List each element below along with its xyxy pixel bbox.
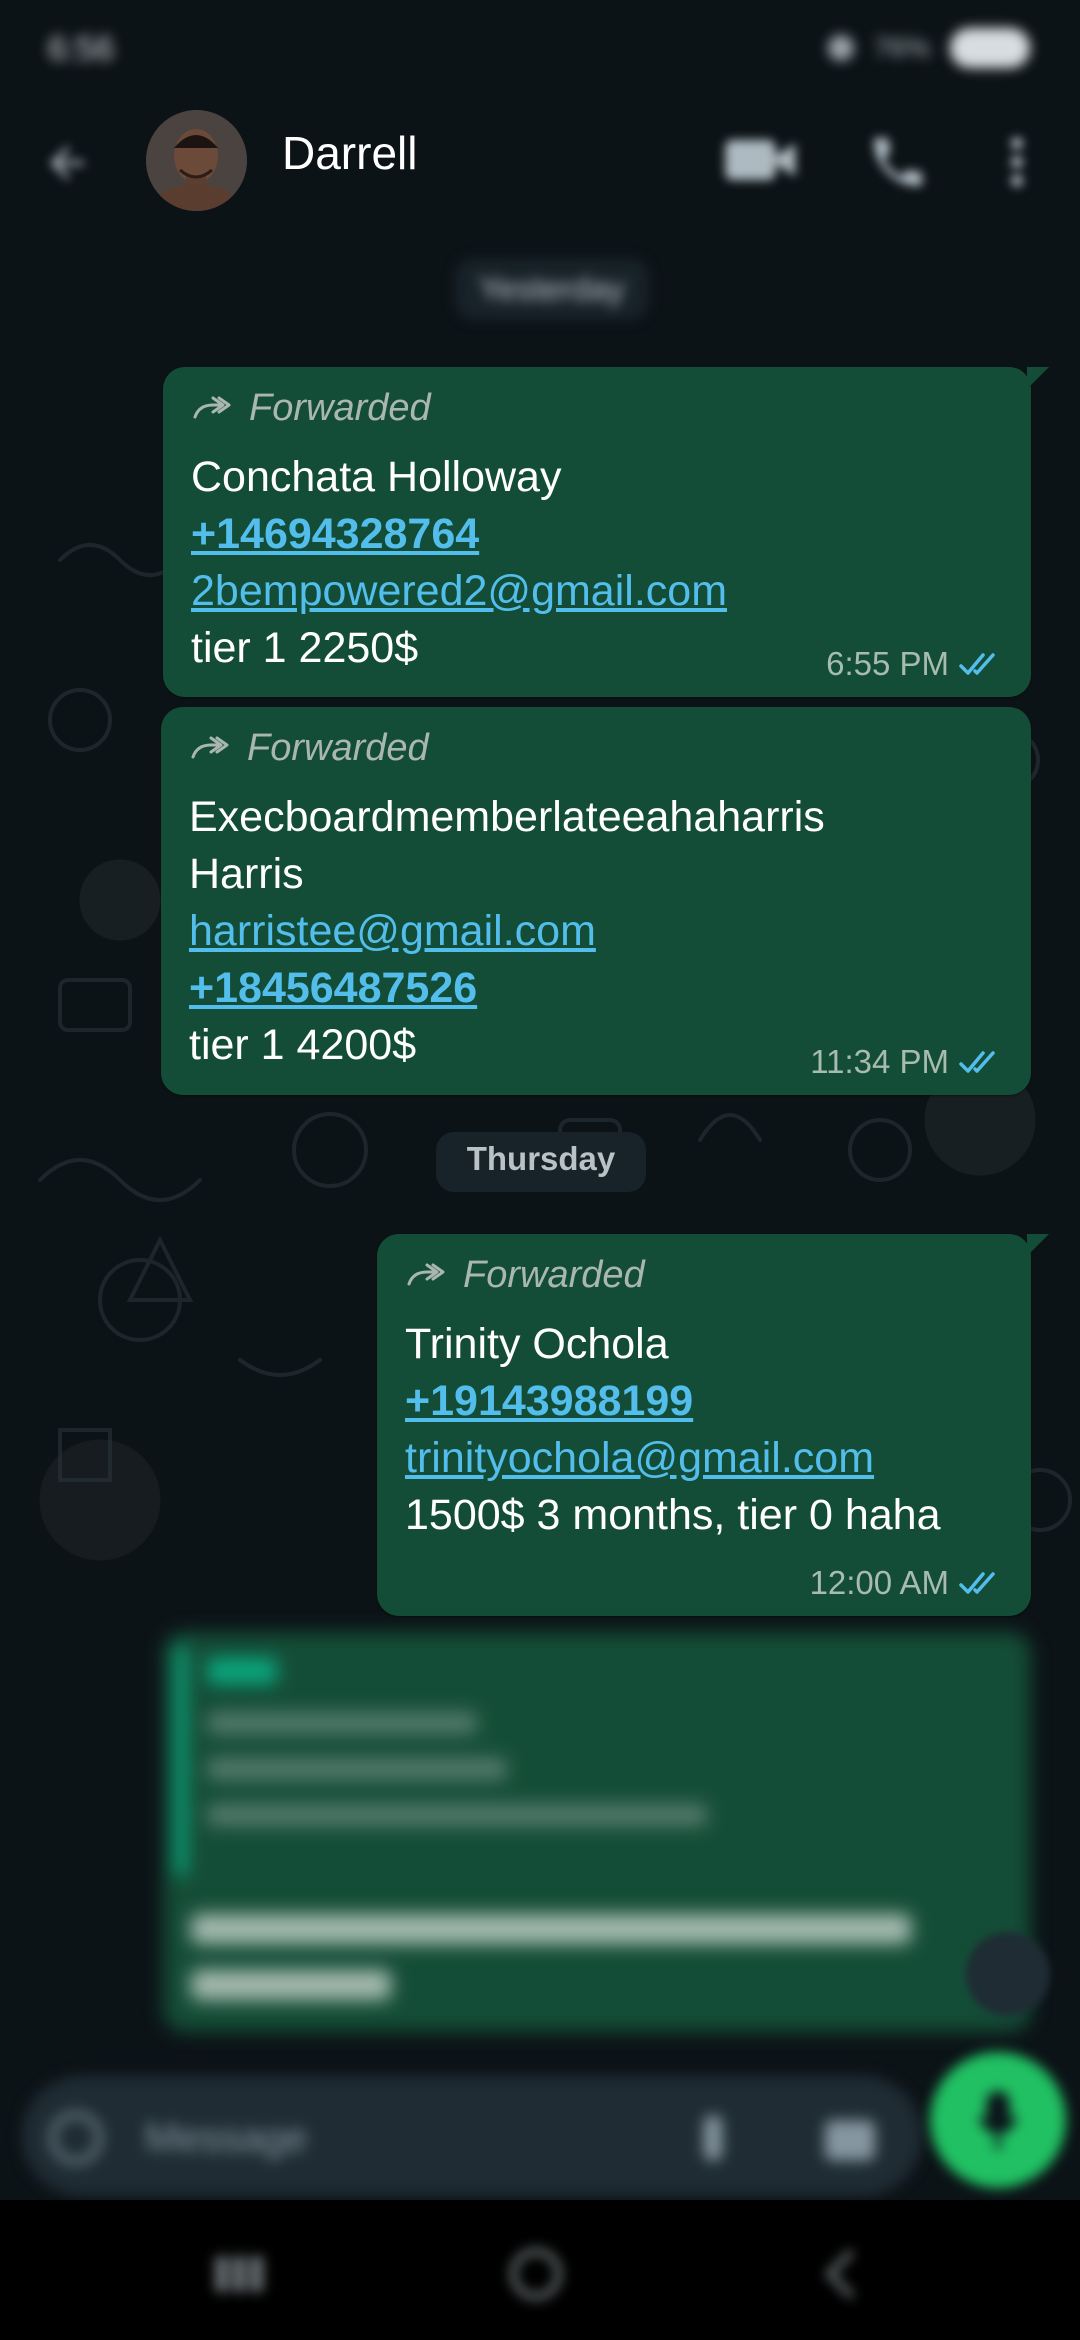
more-vert-icon[interactable] <box>1002 130 1032 194</box>
forwarded-label: Forwarded <box>249 386 431 429</box>
message-bubble[interactable]: Forwarded Trinity Ochola +19143988199 tr… <box>377 1234 1049 1616</box>
message-time: 11:34 PM <box>810 1043 949 1080</box>
back-arrow-icon[interactable] <box>42 138 92 188</box>
contact-full-name: Conchata Holloway <box>191 453 562 501</box>
message-time: 6:55 PM <box>826 645 949 682</box>
contact-full-name: Execboardmemberlateeahaharris <box>189 793 825 841</box>
system-nav-bar <box>0 2200 1080 2340</box>
email-link[interactable]: 2bempowered2@gmail.com <box>191 563 1003 620</box>
avatar-photo <box>146 110 247 211</box>
emoji-icon[interactable] <box>48 2110 104 2166</box>
message-meta: 6:55 PM <box>826 645 1005 683</box>
forwarded-label: Forwarded <box>463 1253 645 1296</box>
forwarded-row: Forwarded <box>191 385 1003 431</box>
message-placeholder: Message <box>145 2116 308 2160</box>
contact-full-name-2: Harris <box>189 850 304 898</box>
status-icons: 76% <box>827 28 1030 68</box>
read-ticks-icon <box>959 1051 995 1073</box>
video-call-icon[interactable] <box>722 130 802 190</box>
forwarded-row: Forwarded <box>189 725 1003 771</box>
phone-link[interactable]: +14694328764 <box>191 506 1003 563</box>
status-time: 6:56 <box>48 30 115 68</box>
contact-full-name: Trinity Ochola <box>405 1320 669 1368</box>
wifi-icon <box>827 35 854 61</box>
mic-button[interactable] <box>930 2052 1066 2188</box>
message-time: 12:00 AM <box>809 1564 949 1601</box>
status-bar: 6:56 76% <box>0 0 1080 100</box>
message-meta: 11:34 PM <box>810 1043 1005 1081</box>
message-bubble[interactable]: Forwarded Conchata Holloway +14694328764… <box>163 367 1049 697</box>
battery-percent: 76% <box>873 32 930 63</box>
email-link[interactable]: harristee@gmail.com <box>189 903 1003 960</box>
quote-bar <box>177 1646 185 1876</box>
forwarded-icon <box>193 396 231 419</box>
forwarded-icon <box>191 736 229 759</box>
read-ticks-icon <box>959 1572 995 1594</box>
home-icon[interactable] <box>506 2244 566 2304</box>
phone-link[interactable]: +18456487526 <box>189 960 1003 1017</box>
contact-name[interactable]: Darrell <box>282 126 417 180</box>
blurred-reply-bubble[interactable] <box>163 1632 1031 2032</box>
message-note: 1500$ 3 months, tier 0 haha <box>405 1491 941 1539</box>
battery-icon <box>950 28 1030 68</box>
phone-icon[interactable] <box>866 130 930 194</box>
chat-header: Darrell <box>0 100 1080 230</box>
email-link[interactable]: trinityochola@gmail.com <box>405 1430 1003 1487</box>
forwarded-icon <box>407 1263 445 1286</box>
mic-icon <box>978 2090 1018 2150</box>
camera-icon[interactable] <box>820 2110 880 2166</box>
attach-icon[interactable] <box>690 2110 736 2166</box>
forwarded-row: Forwarded <box>405 1252 1003 1298</box>
message-bubble[interactable]: Forwarded Execboardmemberlateeahaharris … <box>161 707 1031 1095</box>
scroll-down-button[interactable] <box>966 1932 1050 2016</box>
forwarded-label: Forwarded <box>247 726 429 769</box>
quoted-message <box>207 1658 807 1878</box>
read-ticks-icon <box>959 653 995 675</box>
avatar[interactable] <box>146 110 247 211</box>
recents-icon[interactable] <box>208 2244 268 2304</box>
reply-text-line <box>191 1970 391 2000</box>
date-chip-yesterday: Yesterday <box>455 258 649 320</box>
reply-text-line <box>191 1914 911 1944</box>
date-chip-thursday: Thursday <box>436 1132 646 1192</box>
message-meta: 12:00 AM <box>810 1564 1005 1602</box>
back-icon[interactable] <box>812 2244 872 2304</box>
phone-link[interactable]: +19143988199 <box>405 1373 1003 1430</box>
